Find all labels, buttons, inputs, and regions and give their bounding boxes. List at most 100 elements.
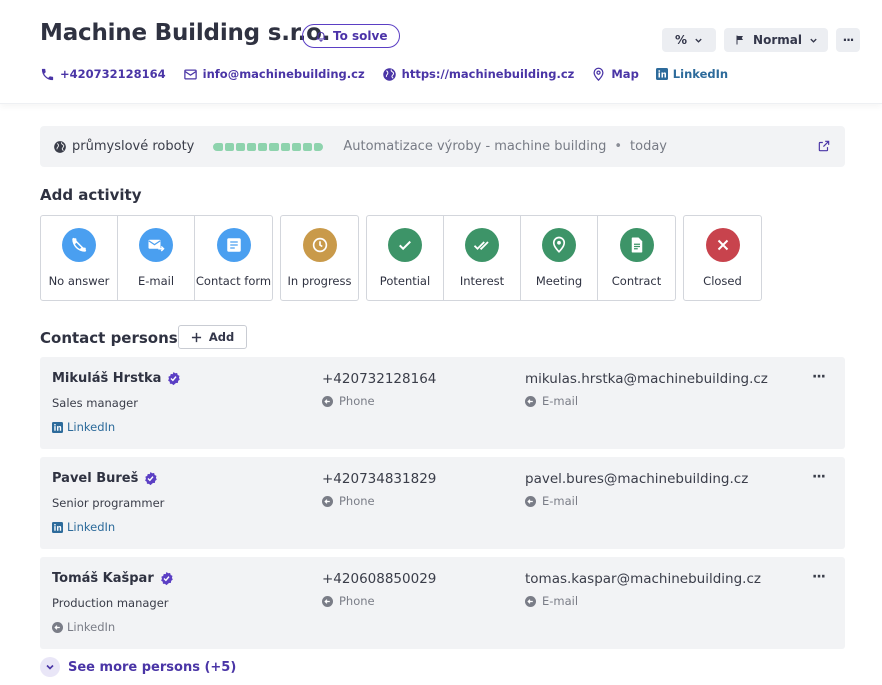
form-icon xyxy=(216,228,251,262)
company-website-link[interactable]: https://machinebuilding.cz xyxy=(382,67,575,82)
arrow-left-circle-icon xyxy=(322,395,333,407)
progress-segment xyxy=(269,142,279,151)
chevron-down-icon xyxy=(810,38,817,43)
person-email[interactable]: mikulas.hrstka@machinebuilding.cz xyxy=(525,371,768,387)
chevron-circle xyxy=(40,657,60,677)
arrow-left-circle-icon xyxy=(322,595,333,607)
priority-label: Normal xyxy=(753,33,802,47)
activity-label: E-mail xyxy=(137,274,175,288)
phone-missed-icon xyxy=(62,228,96,262)
company-website: https://machinebuilding.cz xyxy=(401,67,575,81)
linkedin-icon xyxy=(52,521,63,533)
separator-dot: • xyxy=(614,139,623,154)
activity-label: In progress xyxy=(287,274,352,288)
contact-person-card: Mikuláš Hrstka Sales manager LinkedIn +4207… xyxy=(40,357,845,449)
arrow-left-circle-icon xyxy=(525,595,536,607)
activity-label: Potential xyxy=(379,274,431,288)
activity-potential-button[interactable]: Potential xyxy=(367,216,444,300)
person-phone[interactable]: +420734831829 xyxy=(322,471,436,487)
location-pin-icon xyxy=(593,67,604,81)
mail-send-icon xyxy=(139,228,173,262)
add-person-button[interactable]: Add xyxy=(178,325,247,349)
person-email[interactable]: pavel.bures@machinebuilding.cz xyxy=(525,471,748,487)
person-linkedin-link[interactable]: LinkedIn xyxy=(52,520,115,534)
add-person-label: Add xyxy=(208,330,235,344)
arrow-left-circle-icon xyxy=(525,495,536,507)
map-label: Map xyxy=(611,67,639,81)
progress-segment xyxy=(291,142,301,151)
activity-closed-button[interactable]: Closed xyxy=(684,216,761,300)
progress-segment xyxy=(246,142,257,151)
person-name: Tomáš Kašpar xyxy=(52,571,154,586)
person-phone[interactable]: +420732128164 xyxy=(322,371,436,387)
add-activity-title: Add activity xyxy=(40,186,142,204)
external-link-icon[interactable] xyxy=(817,139,831,153)
person-linkedin-missing[interactable]: LinkedIn xyxy=(52,620,115,634)
deal-progress-bar xyxy=(213,142,324,151)
flag-icon xyxy=(736,35,744,45)
person-email[interactable]: tomas.kaspar@machinebuilding.cz xyxy=(525,571,761,587)
phone-caption-row: Phone xyxy=(322,594,375,608)
company-linkedin-link[interactable]: LinkedIn xyxy=(655,67,728,81)
person-phone[interactable]: +420608850029 xyxy=(322,571,436,587)
activity-e-mail-button[interactable]: E-mail xyxy=(118,216,195,300)
phone-caption-row: Phone xyxy=(322,494,375,508)
person-role: Senior programmer xyxy=(52,496,165,510)
see-more-persons-link[interactable]: See more persons (+5) xyxy=(40,657,236,677)
contact-person-card: Pavel Bureš Senior programmer LinkedIn +420… xyxy=(40,457,845,549)
email-caption-row: E-mail xyxy=(525,594,578,608)
company-email-link[interactable]: info@machinebuilding.cz xyxy=(183,67,365,82)
verified-badge-icon xyxy=(160,571,173,586)
phone-caption: Phone xyxy=(339,594,375,608)
progress-segment xyxy=(224,142,234,151)
priority-dropdown[interactable]: Normal xyxy=(724,28,828,52)
person-name-row: Pavel Bureš xyxy=(52,471,158,486)
activity-label: Interest xyxy=(459,274,505,288)
activity-in-progress-button[interactable]: In progress xyxy=(281,216,358,300)
activity-group: Closed xyxy=(683,215,762,301)
email-caption-row: E-mail xyxy=(525,394,578,408)
activity-label: Meeting xyxy=(535,274,583,288)
progress-segment xyxy=(235,142,245,151)
company-name: Machine Building s.r.o. xyxy=(40,20,331,46)
progress-segment xyxy=(280,142,290,151)
map-link[interactable]: Map xyxy=(591,67,639,82)
person-more-button[interactable]: ··· xyxy=(812,469,826,485)
deal-description: Automatizace výroby - machine building xyxy=(343,139,607,154)
company-phone-link[interactable]: +420732128164 xyxy=(40,67,166,82)
activity-interest-button[interactable]: Interest xyxy=(444,216,521,300)
linkedin-icon xyxy=(655,68,668,80)
percent-dropdown[interactable]: % xyxy=(662,28,716,52)
mail-icon xyxy=(183,69,197,79)
activity-label: Contract xyxy=(611,274,662,288)
more-options-button[interactable]: ··· xyxy=(836,28,860,52)
activity-label: Closed xyxy=(703,274,742,288)
email-caption: E-mail xyxy=(542,494,579,508)
arrow-left-circle-icon xyxy=(525,395,536,407)
person-more-button[interactable]: ··· xyxy=(812,369,826,385)
verified-badge-icon xyxy=(168,371,181,386)
deal-info-bar: průmyslové roboty Automatizace výroby - … xyxy=(40,126,845,167)
person-role: Sales manager xyxy=(52,396,138,410)
contact-person-card: Tomáš Kašpar Production manager LinkedIn +4… xyxy=(40,557,845,649)
person-linkedin-label: LinkedIn xyxy=(67,520,116,534)
deal-date: today xyxy=(630,139,667,154)
person-more-button[interactable]: ··· xyxy=(812,569,826,585)
status-label: To solve xyxy=(333,29,388,43)
person-linkedin-link[interactable]: LinkedIn xyxy=(52,420,115,434)
verified-badge-icon xyxy=(145,471,158,486)
activity-contact-form-button[interactable]: Contact form xyxy=(195,216,272,300)
arrow-left-circle-icon xyxy=(322,495,333,507)
plus-icon xyxy=(191,332,201,342)
activity-no-answer-button[interactable]: No answer xyxy=(41,216,118,300)
arrow-left-circle-icon xyxy=(52,621,63,633)
email-caption: E-mail xyxy=(542,394,579,408)
activity-label: Contact form xyxy=(195,274,272,288)
status-pill[interactable]: To solve xyxy=(302,24,401,48)
percent-dropdown-label: % xyxy=(674,33,688,47)
activity-meeting-button[interactable]: Meeting xyxy=(521,216,598,300)
progress-segment xyxy=(258,142,268,151)
activity-group: In progress xyxy=(280,215,359,301)
activity-contract-button[interactable]: Contract xyxy=(598,216,675,300)
person-linkedin-label: LinkedIn xyxy=(67,420,116,434)
